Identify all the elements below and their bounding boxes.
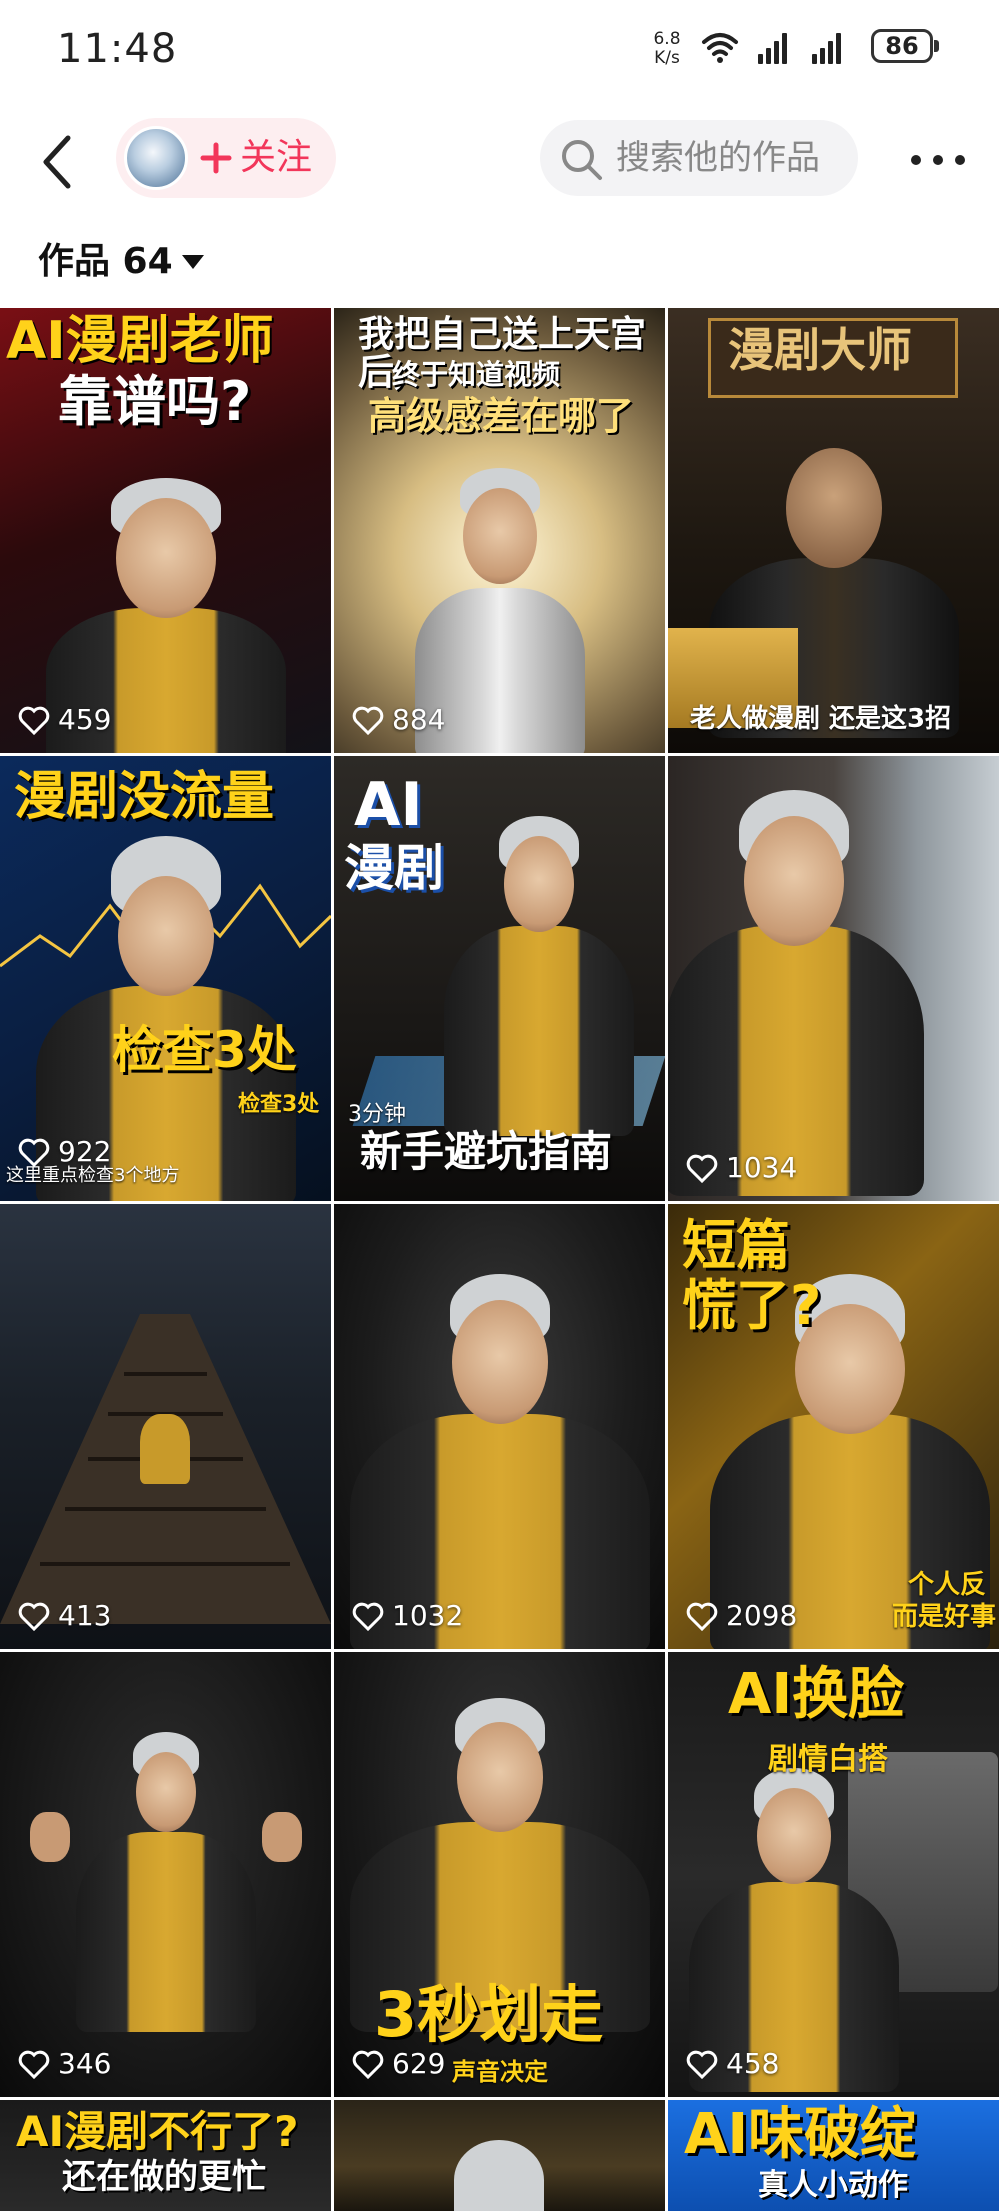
video-tile[interactable]: 1032	[334, 1204, 665, 1649]
heart-icon	[18, 2050, 50, 2079]
search-placeholder: 搜索他的作品	[616, 138, 820, 178]
video-tile[interactable]: 346	[0, 1652, 331, 2097]
tile-subtitle: 剧情白搭	[768, 1742, 888, 1777]
more-icon[interactable]	[908, 150, 968, 170]
tile-overlay-text: 新手避坑指南	[360, 1127, 613, 1176]
wifi-icon	[702, 33, 738, 56]
search-input[interactable]: 搜索他的作品	[540, 120, 858, 196]
net-speed: 6.8 K/s	[650, 30, 684, 68]
tile-title: AI	[354, 770, 423, 840]
heart-icon	[686, 1154, 718, 1183]
person-figure	[439, 806, 639, 1136]
tile-title: AI味破绽	[684, 2102, 917, 2167]
tile-title-2: 检查3处	[112, 1021, 297, 1079]
heart-icon	[352, 2050, 384, 2079]
status-bar: 11:48 6.8 K/s 86	[0, 0, 1000, 100]
net-speed-value: 6.8	[653, 29, 681, 49]
video-tile[interactable]: AI漫剧老师 靠谱吗? 459	[0, 308, 331, 753]
tile-subtitle: 3分钟	[348, 1102, 406, 1127]
like-count: 346	[18, 2047, 111, 2081]
video-tile[interactable]: 413	[0, 1204, 331, 1649]
avatar[interactable]	[124, 126, 188, 190]
top-bar: 关注 搜索他的作品	[0, 110, 1000, 210]
heart-icon	[352, 706, 384, 735]
heart-icon	[18, 1602, 50, 1631]
tile-title-3: 高级感差在哪了	[368, 393, 635, 438]
tile-title-2: 慌了?	[682, 1274, 822, 1337]
person-figure	[56, 1732, 276, 2032]
raised-hand-right	[262, 1812, 302, 1862]
tile-title: AI漫剧老师	[6, 311, 274, 371]
search-icon	[562, 140, 602, 180]
like-count: 459	[18, 703, 111, 737]
video-tile[interactable]: AI 漫剧 3分钟 新手避坑指南	[334, 756, 665, 1201]
like-count: 458	[686, 2047, 779, 2081]
like-count: 629	[352, 2047, 445, 2081]
like-count: 1034	[686, 1151, 797, 1185]
video-tile[interactable]: AI换脸 剧情白搭 458	[668, 1652, 999, 2097]
video-tile[interactable]: 1034	[668, 756, 999, 1201]
video-tile[interactable]: 3秒划走 声音决定 629	[334, 1652, 665, 2097]
heart-icon	[18, 1138, 50, 1167]
tile-title: 漫剧大师	[728, 323, 912, 377]
video-tile[interactable]: AI味破绽 真人小动作	[668, 2100, 999, 2211]
tile-title-2: 靠谱吗?	[58, 370, 252, 433]
tile-title: 短篇	[682, 1214, 790, 1277]
net-speed-unit: K/s	[654, 48, 680, 68]
raised-hand-left	[30, 1812, 70, 1862]
follow-label: 关注	[240, 137, 313, 178]
like-count: 1032	[352, 1599, 463, 1633]
tile-title: 3秒划走	[374, 1978, 604, 2051]
heart-icon	[686, 1602, 718, 1631]
person-figure	[668, 776, 924, 1196]
person-figure	[349, 1264, 650, 1649]
plus-icon	[200, 142, 232, 174]
tile-title: 漫剧没流量	[14, 767, 275, 827]
like-count: 884	[352, 703, 445, 737]
back-icon[interactable]	[38, 132, 78, 192]
battery-indicator: 86	[871, 29, 939, 63]
status-time: 11:48	[57, 26, 178, 72]
tile-title-2: 真人小动作	[758, 2168, 908, 2203]
video-tile[interactable]: 我把自己送上天宫后, 终于知道视频 高级感差在哪了 884	[334, 308, 665, 753]
person-figure	[140, 1414, 190, 1484]
video-tile[interactable]	[334, 2100, 665, 2211]
tile-title-2: 漫剧	[344, 839, 444, 897]
person-figure	[684, 1762, 904, 2092]
tile-title-2: 终于知道视频	[392, 358, 561, 391]
heart-icon	[352, 1602, 384, 1631]
video-tile[interactable]: AI漫剧不行了? 还在做的更忙	[0, 2100, 331, 2211]
tile-title: AI换脸	[728, 1662, 905, 1727]
tile-overlay-text: 老人做漫剧 还是这3招	[690, 704, 952, 734]
tile-subtitle: 声音决定	[452, 2058, 548, 2086]
video-tile[interactable]: 漫剧没流量 检查3处 检查3处 这里重点检查3个地方 922	[0, 756, 331, 1201]
heart-icon	[18, 706, 50, 735]
like-count: 922	[18, 1135, 111, 1169]
follow-button[interactable]: 关注	[116, 118, 336, 198]
cell-signal-icon-2	[812, 33, 841, 64]
tile-subtitle: 检查3处	[238, 1092, 320, 1117]
like-count: 413	[18, 1599, 111, 1633]
works-count-label: 作品 64	[38, 241, 173, 282]
cell-signal-icon-1	[758, 33, 787, 64]
person-figure	[454, 2140, 544, 2211]
heart-icon	[686, 2050, 718, 2079]
caret-down-icon	[182, 255, 204, 269]
tile-subtitle-2: 而是好事	[892, 1602, 997, 1632]
video-tile[interactable]: 短篇 慌了? 个人反 而是好事 2098	[668, 1204, 999, 1649]
tile-title-2: 还在做的更忙	[62, 2157, 266, 2197]
tile-title: AI漫剧不行了?	[16, 2107, 299, 2156]
signal-icons	[702, 33, 841, 64]
like-count: 2098	[686, 1599, 797, 1633]
works-filter[interactable]: 作品 64	[38, 237, 204, 291]
video-tile[interactable]: 漫剧大师 老人做漫剧 还是这3招	[668, 308, 999, 753]
